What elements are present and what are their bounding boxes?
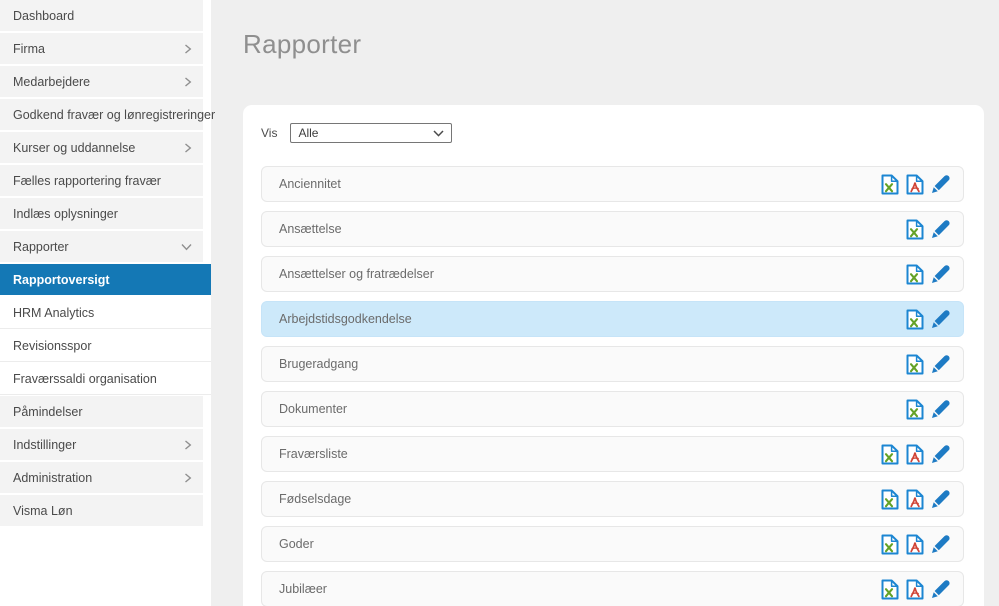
sidebar-item-indlaes-oplysninger[interactable]: Indlæs oplysninger	[0, 198, 203, 229]
edit-pencil-icon[interactable]	[931, 579, 951, 599]
report-name: Ansættelse	[279, 222, 342, 236]
edit-pencil-icon[interactable]	[931, 489, 951, 509]
edit-pencil-icon[interactable]	[931, 399, 951, 419]
sidebar-item-label: Revisionsspor	[13, 339, 92, 353]
report-name: Anciennitet	[279, 177, 341, 191]
report-row-goder[interactable]: Goder	[261, 526, 964, 562]
sidebar-item-revisionsspor[interactable]: Revisionsspor	[0, 330, 211, 362]
chevron-down-icon	[433, 126, 444, 140]
report-list: Anciennitet Ansættelse Ansættelser og fr…	[261, 166, 964, 606]
sidebar-item-label: Visma Løn	[13, 504, 73, 518]
sidebar-item-visma-loen[interactable]: Visma Løn	[0, 495, 203, 526]
sidebar-item-rapporter[interactable]: Rapporter	[0, 231, 203, 262]
page-title: Rapporter	[243, 29, 999, 60]
sidebar-item-label: Rapporter	[13, 240, 69, 254]
report-row-dokumenter[interactable]: Dokumenter	[261, 391, 964, 427]
excel-export-icon[interactable]	[881, 579, 899, 600]
edit-pencil-icon[interactable]	[931, 174, 951, 194]
sidebar-item-label: Indstillinger	[13, 438, 76, 452]
edit-pencil-icon[interactable]	[931, 534, 951, 554]
sidebar: Dashboard Firma Medarbejdere Godkend fra…	[0, 0, 211, 606]
selected-option-label: Alle	[298, 126, 318, 140]
pdf-export-icon[interactable]	[906, 174, 924, 195]
chevron-right-icon	[184, 143, 192, 153]
pdf-export-icon[interactable]	[906, 534, 924, 555]
chevron-right-icon	[184, 473, 192, 483]
edit-pencil-icon[interactable]	[931, 444, 951, 464]
sidebar-item-medarbejdere[interactable]: Medarbejdere	[0, 66, 203, 97]
report-name: Brugeradgang	[279, 357, 358, 371]
sidebar-item-label: Indlæs oplysninger	[13, 207, 118, 221]
sidebar-item-kurser-og-uddannelse[interactable]: Kurser og uddannelse	[0, 132, 203, 163]
report-row-fravaersliste[interactable]: Fraværsliste	[261, 436, 964, 472]
sidebar-item-faelles-rapportering-fravaer[interactable]: Fælles rapportering fravær	[0, 165, 203, 196]
sidebar-item-label: Godkend fravær og lønregistreringer	[13, 108, 215, 122]
edit-pencil-icon[interactable]	[931, 354, 951, 374]
excel-export-icon[interactable]	[906, 219, 924, 240]
sidebar-item-fravaerssaldi-organisation[interactable]: Fraværssaldi organisation	[0, 363, 211, 395]
filter-label: Vis	[261, 126, 277, 140]
pdf-export-icon[interactable]	[906, 579, 924, 600]
report-name: Arbejdstidsgodkendelse	[279, 312, 412, 326]
excel-export-icon[interactable]	[906, 399, 924, 420]
sidebar-item-label: Fraværssaldi organisation	[13, 372, 157, 386]
sidebar-item-godkend-fravaer-og-loenregistreringer[interactable]: Godkend fravær og lønregistreringer	[0, 99, 203, 130]
chevron-right-icon	[184, 440, 192, 450]
report-filter-select[interactable]: Alle	[290, 123, 452, 143]
chevron-right-icon	[184, 77, 192, 87]
excel-export-icon[interactable]	[881, 534, 899, 555]
edit-pencil-icon[interactable]	[931, 264, 951, 284]
edit-pencil-icon[interactable]	[931, 219, 951, 239]
report-row-ansaettelse[interactable]: Ansættelse	[261, 211, 964, 247]
sidebar-item-label: Firma	[13, 42, 45, 56]
sidebar-item-label: Medarbejdere	[13, 75, 90, 89]
excel-export-icon[interactable]	[906, 309, 924, 330]
report-name: Dokumenter	[279, 402, 347, 416]
edit-pencil-icon[interactable]	[931, 309, 951, 329]
report-name: Jubilæer	[279, 582, 327, 596]
report-row-foedselsdage[interactable]: Fødselsdage	[261, 481, 964, 517]
report-name: Goder	[279, 537, 314, 551]
sidebar-item-indstillinger[interactable]: Indstillinger	[0, 429, 203, 460]
report-row-brugeradgang[interactable]: Brugeradgang	[261, 346, 964, 382]
main-content: Rapporter Vis Alle Anciennitet Ansættels…	[211, 0, 999, 606]
sidebar-item-administration[interactable]: Administration	[0, 462, 203, 493]
sidebar-item-label: Rapportoversigt	[13, 273, 110, 287]
reports-panel: Vis Alle Anciennitet Ansættelse Ansættel…	[243, 105, 984, 606]
report-row-anciennitet[interactable]: Anciennitet	[261, 166, 964, 202]
filter-row: Vis Alle	[261, 123, 964, 143]
report-row-jubilaeer[interactable]: Jubilæer	[261, 571, 964, 606]
excel-export-icon[interactable]	[881, 489, 899, 510]
excel-export-icon[interactable]	[881, 444, 899, 465]
sidebar-item-rapportoversigt[interactable]: Rapportoversigt	[0, 264, 211, 295]
excel-export-icon[interactable]	[881, 174, 899, 195]
report-row-arbejdstidsgodkendelse[interactable]: Arbejdstidsgodkendelse	[261, 301, 964, 337]
report-row-ansaettelser-og-fratraedelser[interactable]: Ansættelser og fratrædelser	[261, 256, 964, 292]
sidebar-item-firma[interactable]: Firma	[0, 33, 203, 64]
report-name: Ansættelser og fratrædelser	[279, 267, 434, 281]
chevron-down-icon	[181, 243, 192, 251]
sidebar-item-label: HRM Analytics	[13, 306, 94, 320]
excel-export-icon[interactable]	[906, 354, 924, 375]
pdf-export-icon[interactable]	[906, 489, 924, 510]
sidebar-item-label: Kurser og uddannelse	[13, 141, 135, 155]
sidebar-nav: Dashboard Firma Medarbejdere Godkend fra…	[0, 0, 211, 526]
excel-export-icon[interactable]	[906, 264, 924, 285]
report-name: Fraværsliste	[279, 447, 348, 461]
sidebar-item-label: Dashboard	[13, 9, 74, 23]
sidebar-item-hrm-analytics[interactable]: HRM Analytics	[0, 297, 211, 329]
sidebar-item-label: Administration	[13, 471, 92, 485]
sidebar-item-label: Påmindelser	[13, 405, 82, 419]
report-name: Fødselsdage	[279, 492, 351, 506]
sidebar-item-paamindelser[interactable]: Påmindelser	[0, 396, 203, 427]
sidebar-item-label: Fælles rapportering fravær	[13, 174, 161, 188]
chevron-right-icon	[184, 44, 192, 54]
sidebar-item-dashboard[interactable]: Dashboard	[0, 0, 203, 31]
pdf-export-icon[interactable]	[906, 444, 924, 465]
